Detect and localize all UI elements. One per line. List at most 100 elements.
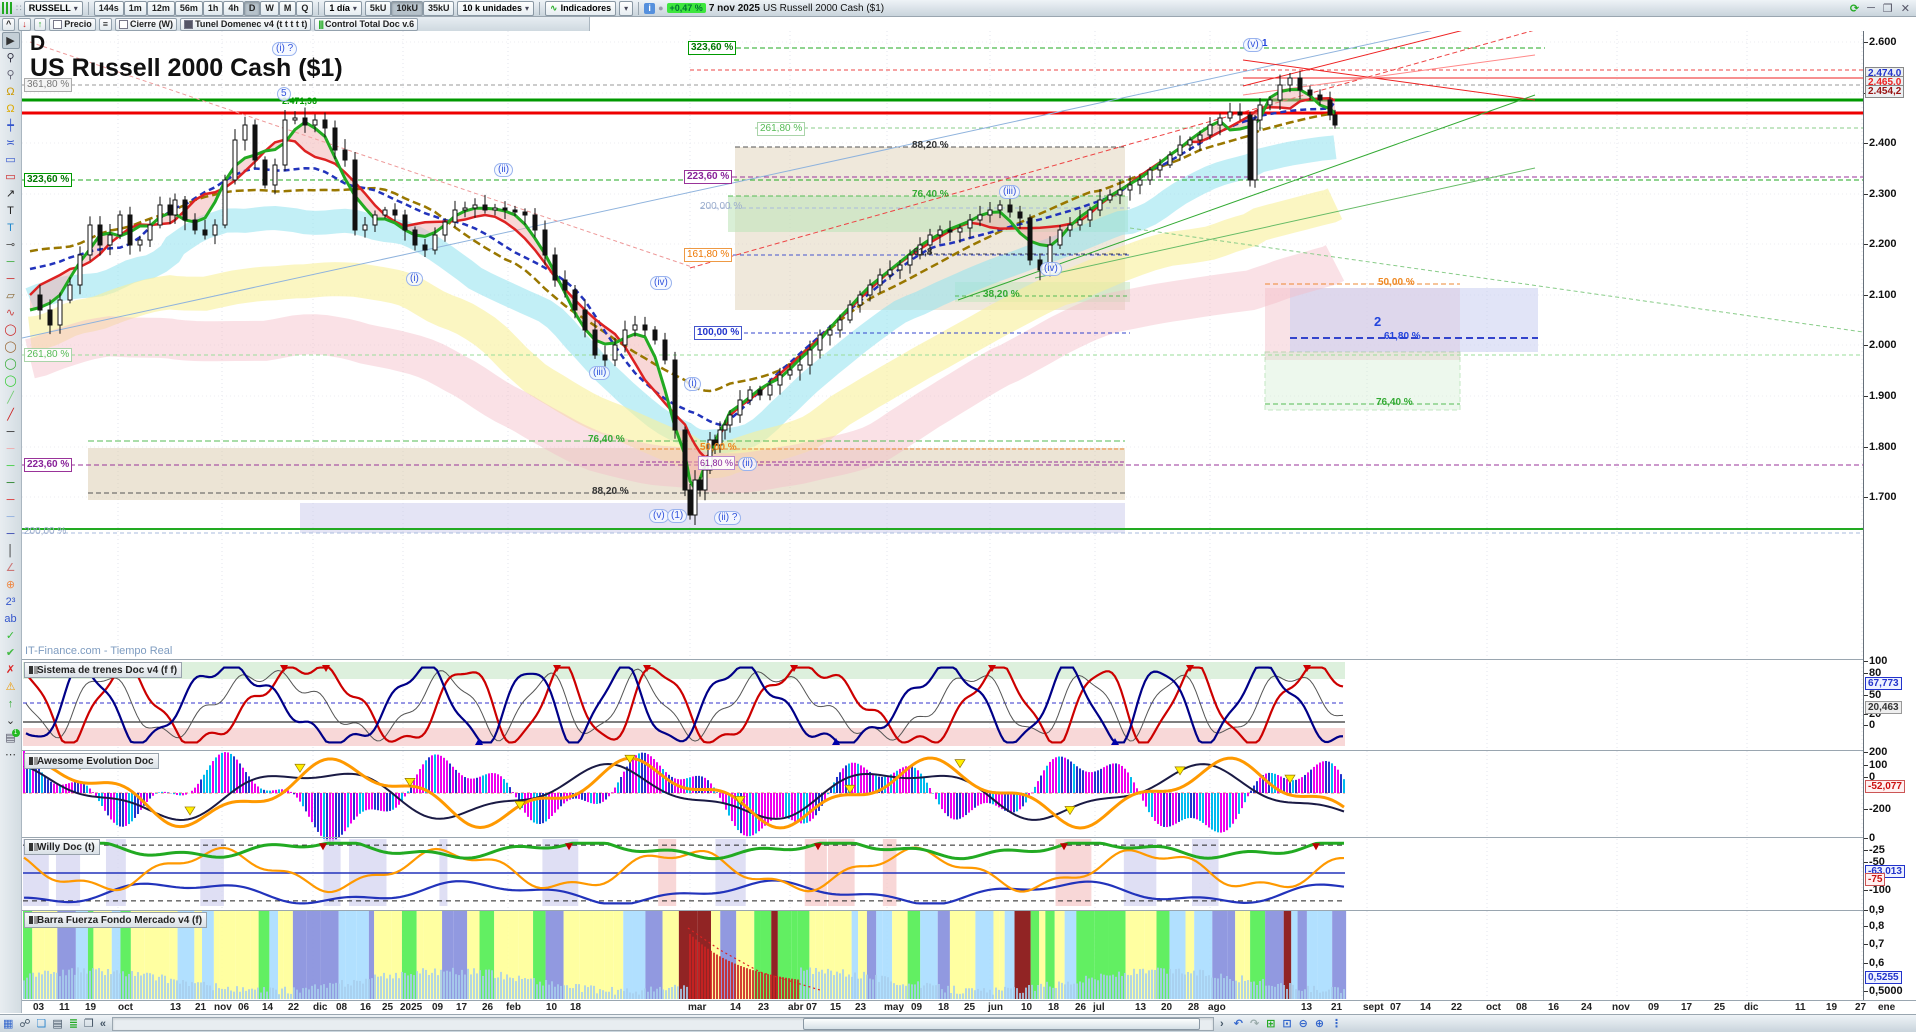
date-axis[interactable]: 03 11 19 oct 13 21 nov 06 14 22 dic 08 16 25 2025 09 17 2… [22, 1000, 1916, 1015]
minimize-button[interactable]: ─ [1867, 2, 1875, 14]
hline-green-tool[interactable]: ─ [2, 253, 20, 270]
timeframe-button-1m[interactable]: 1m [123, 0, 147, 16]
timeframe-button-M[interactable]: M [278, 0, 297, 16]
scrollbar-thumb[interactable] [803, 1017, 1201, 1030]
zoom-fit-icon[interactable]: ⊡ [1282, 1017, 1291, 1030]
unit-button-10kU[interactable]: 10kU [391, 0, 423, 16]
symbol-dropdown[interactable]: RUSSELL ▾ [23, 0, 83, 16]
segments-tool[interactable]: ≍ [2, 134, 20, 151]
news-icon[interactable]: ▤ [52, 1017, 62, 1030]
panel-separator[interactable] [22, 659, 1916, 660]
check-tool[interactable]: ✓ [2, 627, 20, 644]
columns-icon[interactable]: ⋮ [1331, 1017, 1342, 1030]
zoom-in-icon[interactable]: ⊕ [1315, 1017, 1324, 1030]
collapse-tool[interactable]: ⌄ [2, 712, 20, 729]
elliott-wave-label[interactable]: (i) [684, 377, 701, 391]
timeframe-button-Q[interactable]: Q [296, 0, 314, 16]
wave-tool[interactable]: ∿ [2, 304, 20, 321]
refresh-icon[interactable]: ⟳ [1850, 2, 1859, 15]
timeframe-button-12m[interactable]: 12m [146, 0, 175, 16]
elliott-wave-label[interactable]: (iv) [650, 276, 672, 290]
control-total-button[interactable]: ||| Control Total Doc v.6 [314, 17, 419, 31]
cursor-tool[interactable]: ▶ [1, 32, 20, 49]
collapse-left-icon[interactable]: « [100, 1018, 106, 1030]
share-icon[interactable]: ☍ [19, 1017, 30, 1030]
elliott-wave-label[interactable]: (ii) ? [714, 511, 742, 525]
chart-window-icon[interactable]: ❐ [84, 1017, 94, 1030]
duration-dropdown[interactable]: 1 día ▾ [324, 0, 362, 16]
cierre-toggle[interactable]: Cierre (W) [115, 17, 178, 31]
elliott-wave-label[interactable]: (iv) [1040, 262, 1062, 276]
hline-darkblue-tool[interactable]: ─ [2, 525, 20, 542]
hline-darkgreen-tool[interactable]: ─ [2, 474, 20, 491]
ellipse-green-tool[interactable]: ◯ [2, 355, 20, 372]
callout-tool[interactable]: T [2, 219, 20, 236]
price-axis[interactable]: 100 80 67,773 50 20,463 20 0 200 100 0 -52,077 -200… [1863, 31, 1916, 1000]
numbers-tool[interactable]: 2³ [2, 593, 20, 610]
text-tool[interactable]: T [2, 202, 20, 219]
panel-header[interactable]: Willy Doc (t) [24, 839, 100, 855]
angle-tool[interactable]: ∠ [2, 559, 20, 576]
chart-canvas[interactable]: D US Russell 2000 Cash ($1) IT-Finance.c… [22, 31, 1863, 1000]
rect-blue-tool[interactable]: ▭ [2, 151, 20, 168]
panel-separator[interactable] [22, 910, 1916, 911]
line-red-tool[interactable]: ╱ [2, 406, 20, 423]
link-tool[interactable]: ⊸ [2, 236, 20, 253]
alarm-tool[interactable]: Ω [2, 100, 20, 117]
unit-button-35kU[interactable]: 35kU [422, 0, 455, 16]
chart-plot[interactable] [22, 31, 1863, 1000]
horizontal-scrollbar[interactable] [112, 1016, 1215, 1031]
depth-icon[interactable]: ≣ [69, 1017, 78, 1030]
panel-separator[interactable] [22, 837, 1916, 838]
elliott-wave-label[interactable]: 1 [1262, 38, 1268, 50]
zoom-area-tool[interactable]: ⚲ [2, 66, 20, 83]
app-icon[interactable]: ▦ [3, 1017, 13, 1030]
elliott-wave-label[interactable]: (v) [649, 509, 669, 523]
zoom-tool[interactable]: ⚲ [2, 49, 20, 66]
timeframe-button-4h[interactable]: 4h [223, 0, 244, 16]
alarm-cursor-tool[interactable]: Ω [2, 83, 20, 100]
arrow-tool[interactable]: ↗ [2, 185, 20, 202]
indicators-more-dropdown[interactable]: ▾ [619, 0, 634, 16]
hline-red2-tool[interactable]: ─ [2, 491, 20, 508]
line-lightgreen-tool[interactable]: ╱ [2, 389, 20, 406]
scroll-right-icon[interactable]: › [1220, 1018, 1224, 1030]
elliott-wave-label[interactable]: (v) [1243, 38, 1263, 52]
cross-tool[interactable]: ✗ [2, 661, 20, 678]
unit-button-5kU[interactable]: 5kU [364, 0, 392, 16]
panel-header[interactable]: Sistema de trenes Doc v4 (f f) [24, 662, 183, 678]
elliott-wave-label[interactable]: (i) [406, 272, 423, 286]
hline-green2-tool[interactable]: ─ [2, 457, 20, 474]
ellipse-red-tool[interactable]: ◯ [2, 321, 20, 338]
ruler-tool[interactable]: ▱ [2, 287, 20, 304]
comment-icon[interactable]: ❏ [37, 1017, 47, 1030]
info-icon[interactable]: i [644, 2, 656, 14]
timeframe-button-56m[interactable]: 56m [174, 0, 203, 16]
up-arrow-tool[interactable]: ↑ [2, 695, 20, 712]
restore-button[interactable]: ❐ [1883, 2, 1893, 15]
elliott-wave-label[interactable]: (i) ? [272, 42, 298, 56]
timeframe-button-1h[interactable]: 1h [202, 0, 224, 16]
panel-header[interactable]: Awesome Evolution Doc [24, 753, 159, 769]
panel-separator[interactable] [22, 750, 1916, 751]
thumb-up-tool[interactable]: ✔ [2, 644, 20, 661]
add-chart-icon[interactable]: ⊞ [1266, 1017, 1275, 1030]
hline-black-tool[interactable]: ─ [2, 423, 20, 440]
collapse-toolbar-button[interactable]: ^ [2, 17, 16, 31]
elliott-wave-label[interactable]: (iii) [589, 366, 611, 380]
target-tool[interactable]: ⊕ [2, 576, 20, 593]
elliott-wave-label[interactable]: (iii) [999, 185, 1021, 199]
hline-pink-tool[interactable]: ─ [2, 440, 20, 457]
zoom-out-icon[interactable]: ⊖ [1299, 1017, 1308, 1030]
units-dropdown[interactable]: 10 k unidades ▾ [457, 0, 535, 16]
vline-tool[interactable]: │ [2, 542, 20, 559]
point-tool[interactable]: ┿ [2, 117, 20, 134]
panel-header[interactable]: Barra Fuerza Fondo Mercado v4 (f) [24, 912, 208, 928]
undo-icon[interactable]: ↶ [1234, 1017, 1243, 1030]
elliott-wave-label[interactable]: (ii) [494, 163, 514, 177]
close-button[interactable]: ✕ [1901, 2, 1910, 15]
elliott-wave-label[interactable]: (ii) [738, 457, 758, 471]
precio-toggle[interactable]: Precio [49, 17, 96, 31]
ellipse-brown-tool[interactable]: ◯ [2, 338, 20, 355]
tunel-domenec-button[interactable]: Tunel Domenec v4 (t t t t t) [180, 17, 312, 31]
